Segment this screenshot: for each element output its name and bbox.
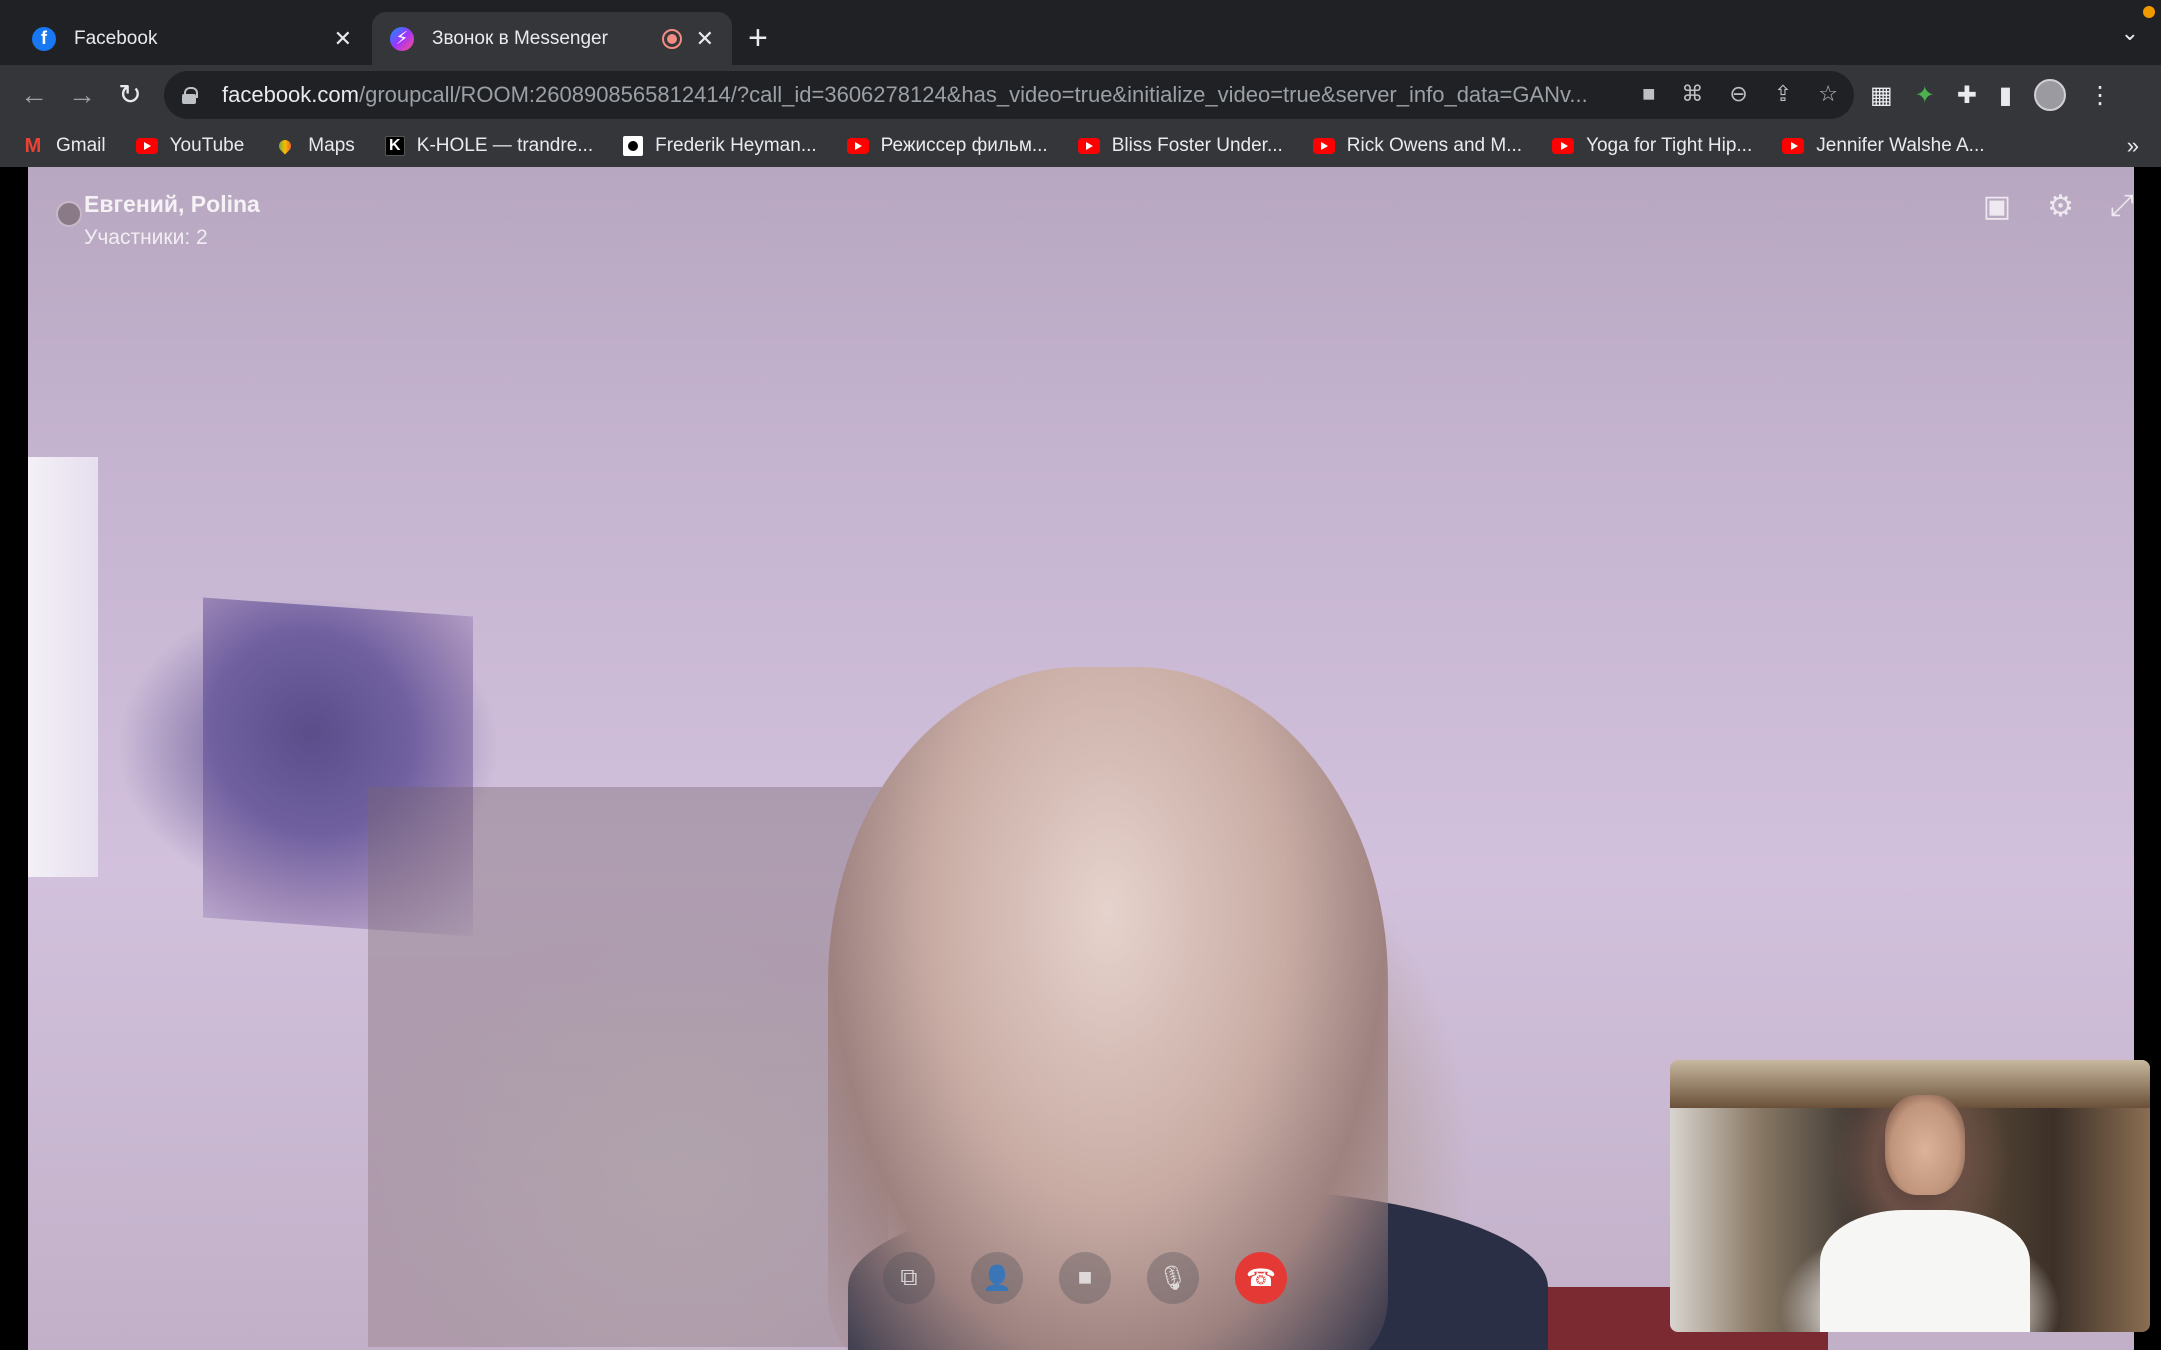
tab-messenger-call[interactable]: ⚡ Звонок в Messenger ✕ — [372, 12, 732, 65]
bookmark-label: K-HOLE — trandre... — [416, 135, 594, 156]
add-person-icon: 👤 — [982, 1264, 1012, 1292]
zoom-icon[interactable]: ⊖ — [1729, 81, 1747, 107]
messenger-icon: ⚡ — [390, 26, 414, 51]
bookmark-label: Maps — [308, 135, 355, 156]
youtube-icon — [1552, 138, 1575, 154]
bookmarks-bar: M Gmail YouTube Maps K K-HOLE — trandre...… — [0, 125, 2161, 167]
bookmark-frederik-heyman[interactable]: Frederik Heyman... — [623, 135, 817, 157]
bookmark-label: Yoga for Tight Hip... — [1586, 135, 1753, 156]
bookmarks-overflow-icon[interactable]: » — [2127, 133, 2139, 159]
tab-close-icon[interactable]: ✕ — [334, 26, 352, 52]
url-host: facebook.com — [222, 82, 359, 107]
call-avatar — [56, 201, 82, 227]
back-arrow-icon[interactable]: ← — [16, 77, 52, 113]
bookmark-rezhisser[interactable]: Режиссер фильм... — [846, 135, 1048, 157]
bookmark-rick-owens[interactable]: Rick Owens and M... — [1312, 135, 1523, 157]
youtube-icon — [1312, 138, 1335, 154]
share-icon[interactable]: ⇪ — [1774, 81, 1792, 107]
notification-dot — [2143, 6, 2155, 18]
bookmark-label: Jennifer Walshe A... — [1816, 135, 1985, 156]
call-participants-count: Участники: 2 — [84, 226, 208, 249]
profile-avatar[interactable] — [2034, 79, 2067, 111]
microphone-button[interactable]: 🎙 — [1147, 1252, 1199, 1304]
extension-2-icon[interactable]: ✦ — [1915, 81, 1935, 110]
settings-gear-icon[interactable]: ⚙ — [2047, 189, 2074, 224]
url-text[interactable]: facebook.com/groupcall/ROOM:260890856581… — [222, 82, 1662, 108]
camera-button[interactable]: ■ — [1059, 1252, 1111, 1304]
youtube-icon — [1077, 138, 1100, 154]
side-panel-icon[interactable]: ▮ — [1999, 81, 2012, 110]
recording-icon — [661, 28, 682, 49]
call-participants-names: Евгений, Polina — [84, 191, 260, 217]
forward-arrow-icon[interactable]: → — [64, 77, 100, 113]
lock-icon[interactable] — [182, 87, 198, 104]
extension-1-icon[interactable]: ▦ — [1870, 81, 1893, 110]
new-tab-button[interactable]: + — [748, 18, 768, 58]
bookmark-yoga[interactable]: Yoga for Tight Hip... — [1552, 135, 1752, 157]
translate-icon[interactable]: ⌘ — [1681, 81, 1703, 107]
youtube-icon — [1782, 138, 1805, 154]
video-camera-icon: ■ — [1077, 1264, 1093, 1291]
self-video-preview[interactable] — [1670, 1060, 2150, 1332]
camera-in-use-icon[interactable]: ■ — [1642, 81, 1655, 107]
bookmark-jennifer-walshe[interactable]: Jennifer Walshe A... — [1782, 135, 1985, 157]
youtube-icon — [135, 138, 158, 154]
call-top-controls: ▣ ⚙ ⤢ — [1983, 189, 2134, 224]
share-screen-button[interactable]: ⧉ — [883, 1252, 935, 1304]
bookmark-khole[interactable]: K K-HOLE — trandre... — [384, 135, 594, 157]
video-window-light — [28, 457, 98, 877]
bookmark-label: Frederik Heyman... — [655, 135, 817, 156]
bookmark-label: Bliss Foster Under... — [1111, 135, 1283, 156]
khole-icon: K — [384, 136, 405, 156]
call-header: Евгений, Polina Участники: 2 — [56, 191, 260, 250]
end-call-button[interactable]: ☎ — [1235, 1252, 1287, 1304]
add-person-button[interactable]: 👤 — [971, 1252, 1023, 1304]
end-call-icon: ☎ — [1246, 1264, 1276, 1292]
bookmark-label: Rick Owens and M... — [1346, 135, 1523, 156]
video-person — [828, 667, 1388, 1350]
facebook-icon: f — [32, 26, 56, 51]
microphone-icon: 🎙 — [1157, 1264, 1189, 1292]
menu-kebab-icon[interactable]: ⋮ — [2088, 81, 2112, 110]
youtube-icon — [846, 138, 869, 154]
tab-title: Facebook — [74, 27, 158, 49]
call-controls: ⧉ 👤 ■ 🎙 ☎ — [883, 1252, 1287, 1304]
self-video-shirt — [1820, 1210, 2030, 1332]
bookmark-gmail[interactable]: M Gmail — [22, 135, 106, 157]
bookmark-label: YouTube — [169, 135, 245, 156]
reload-icon[interactable]: ↻ — [112, 77, 148, 113]
bookmark-label: Режиссер фильм... — [880, 135, 1048, 156]
share-screen-icon: ⧉ — [900, 1264, 918, 1291]
browser-toolbar: ← → ↻ facebook.com/groupcall/ROOM:260890… — [0, 65, 2161, 125]
bookmark-bliss-foster[interactable]: Bliss Foster Under... — [1077, 135, 1283, 157]
bookmark-youtube[interactable]: YouTube — [135, 135, 245, 157]
fullscreen-icon[interactable]: ⤢ — [2110, 189, 2134, 224]
gmail-icon: M — [24, 134, 42, 157]
address-bar[interactable]: facebook.com/groupcall/ROOM:260890856581… — [164, 71, 1854, 119]
tab-facebook[interactable]: f Facebook ✕ — [14, 12, 370, 65]
video-bookshelf — [368, 787, 888, 1347]
tab-strip: f Facebook ✕ ⚡ Звонок в Messenger ✕ + ⌄ — [0, 0, 2161, 65]
self-video-person — [1885, 1095, 1965, 1195]
bookmark-label: Gmail — [56, 135, 106, 156]
dot-icon — [623, 136, 644, 156]
tab-close-icon[interactable]: ✕ — [696, 26, 714, 52]
maps-icon — [274, 138, 296, 154]
bookmark-star-icon[interactable]: ☆ — [1818, 81, 1838, 107]
bookmark-maps[interactable]: Maps — [274, 135, 354, 157]
screen-share-view-icon[interactable]: ▣ — [1983, 189, 2011, 224]
extensions-puzzle-icon[interactable]: ✚ — [1957, 81, 1977, 110]
url-path: /groupcall/ROOM:2608908565812414/?call_i… — [358, 82, 1588, 107]
tab-title: Звонок в Messenger — [432, 27, 608, 49]
tab-search-chevron-icon[interactable]: ⌄ — [2121, 20, 2139, 46]
